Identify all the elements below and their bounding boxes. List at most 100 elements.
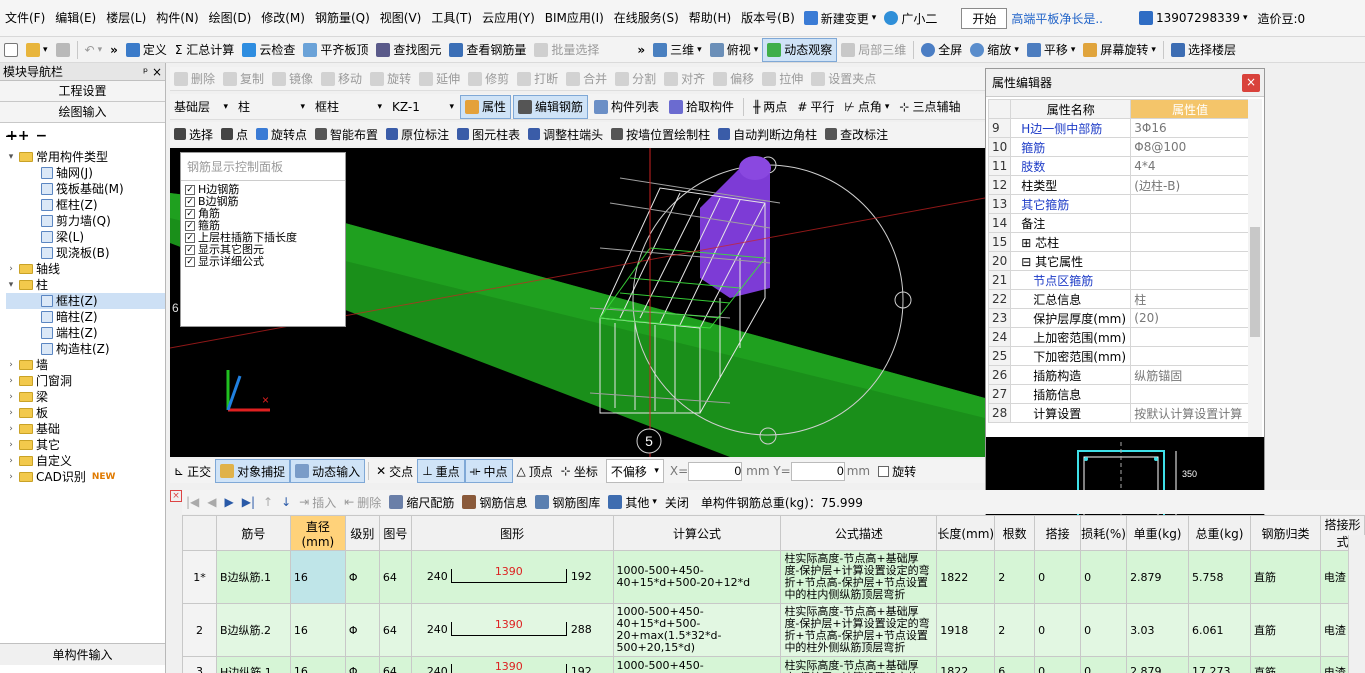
coordinate-snap-button[interactable]: ⊹ 坐标	[557, 459, 602, 483]
pin-icon[interactable]: ᵖ	[143, 65, 148, 79]
close-table-button[interactable]: 关闭	[661, 490, 693, 514]
table-cell[interactable]: 16	[289, 656, 346, 673]
column-header[interactable]: 长度(mm)	[936, 515, 996, 551]
pick-component-button[interactable]: 拾取构件	[665, 95, 738, 119]
two-point-axis-button[interactable]: ╫ 两点	[749, 95, 791, 119]
menu-item[interactable]: 文件(F)	[0, 0, 50, 37]
shape-cell[interactable]: 240 1390 192	[410, 550, 614, 604]
delete-button[interactable]: ⇤ 删除	[340, 490, 385, 514]
table-row[interactable]: 2 B边纵筋.2 16 Φ 64 240 1390 288 1000-500+450-40+15…	[182, 603, 1365, 657]
property-value[interactable]	[1130, 194, 1250, 214]
close-icon[interactable]: ×	[1242, 74, 1260, 92]
edit-tool-button[interactable]: 移动	[317, 67, 366, 91]
column-header[interactable]: 损耗(%)	[1080, 515, 1128, 551]
draw-tool-button[interactable]: 智能布置	[311, 122, 382, 146]
menu-item[interactable]: 版本号(B)	[736, 0, 800, 37]
column-header[interactable]: 公式描述	[780, 515, 938, 551]
edit-tool-button[interactable]: 设置夹点	[807, 67, 880, 91]
start-button[interactable]: 开始	[961, 7, 1008, 29]
define-button[interactable]: 定义	[122, 38, 171, 62]
table-row[interactable]: 1* B边纵筋.1 16 Φ 64 240 1390 192 1000-500+450-40+1…	[182, 550, 1365, 604]
edit-tool-button[interactable]: 分割	[611, 67, 660, 91]
property-row[interactable]: 14 备注	[987, 213, 1250, 233]
edit-tool-button[interactable]: 延伸	[415, 67, 464, 91]
draw-tool-button[interactable]: 旋转点	[252, 122, 311, 146]
checkbox-checked-icon[interactable]: ✓	[185, 257, 195, 267]
flush-slab-top-button[interactable]: 平齐板顶	[299, 38, 372, 62]
row-number[interactable]: 2	[182, 603, 217, 657]
tree-node[interactable]: 框柱(Z)	[6, 293, 165, 309]
collapse-all-icon[interactable]: −	[35, 128, 47, 144]
overflow-chevron[interactable]: »	[106, 38, 122, 62]
table-cell[interactable]: Φ	[344, 550, 380, 604]
table-cell[interactable]: 2	[994, 550, 1036, 604]
parallel-axis-button[interactable]: # 平行	[793, 95, 838, 119]
next-record-button[interactable]: ▶	[221, 490, 238, 514]
fullscreen-button[interactable]: 全屏	[917, 38, 966, 62]
expand-icon[interactable]: ›	[6, 421, 16, 437]
menu-item[interactable]: BIM应用(I)	[540, 0, 609, 37]
tree-node[interactable]: › 其它	[6, 437, 165, 453]
midpoint-snap-button[interactable]: ⟛ 中点	[464, 459, 513, 483]
insert-button[interactable]: ⇥ 插入	[295, 490, 340, 514]
property-value[interactable]	[1130, 251, 1250, 271]
table-cell[interactable]: 直筋	[1249, 656, 1321, 673]
property-value[interactable]: (边柱-B)	[1130, 175, 1250, 195]
rebar-display-option[interactable]: ✓ 显示详细公式	[181, 256, 345, 268]
view-rebar-qty-button[interactable]: 查看钢筋量	[445, 38, 530, 62]
property-value[interactable]: 按默认计算设置计算	[1130, 403, 1250, 423]
property-value[interactable]	[1130, 232, 1250, 252]
property-row[interactable]: 21 节点区箍筋	[987, 270, 1250, 290]
edit-tool-button[interactable]: 拉伸	[758, 67, 807, 91]
property-row[interactable]: 24 上加密范围(mm)	[987, 327, 1250, 347]
column-header[interactable]	[182, 515, 217, 551]
floor-select[interactable]: 基础层 ▾	[170, 95, 232, 119]
dynamic-input-button[interactable]: 动态输入	[290, 459, 366, 483]
property-value[interactable]: 柱	[1130, 289, 1250, 309]
tree-node[interactable]: 框柱(Z)	[6, 197, 165, 213]
table-cell[interactable]: B边纵筋.1	[215, 550, 291, 604]
edit-tool-button[interactable]: 对齐	[660, 67, 709, 91]
property-value[interactable]: Φ8@100	[1130, 137, 1250, 157]
dynamic-orbit-button[interactable]: 动态观察	[762, 37, 838, 62]
tree-node[interactable]: 轴网(J)	[6, 165, 165, 181]
object-snap-button[interactable]: 对象捕捉	[215, 459, 291, 483]
column-header[interactable]: 根数	[994, 515, 1036, 551]
property-value[interactable]	[1130, 346, 1250, 366]
table-cell[interactable]: Φ	[344, 656, 380, 673]
table-cell[interactable]: 0	[1080, 603, 1128, 657]
property-value[interactable]	[1130, 384, 1250, 404]
table-cell[interactable]: 1000-500+450-40+15*d+500-20+12*d	[612, 550, 782, 604]
shape-cell[interactable]: 240 1390 288	[410, 603, 614, 657]
tree-node[interactable]: › 梁	[6, 389, 165, 405]
save-button[interactable]	[52, 38, 74, 62]
3d-view-button[interactable]: 三维 ▾	[649, 38, 706, 62]
tree-node[interactable]: › CAD识别 NEW	[6, 469, 165, 485]
table-cell[interactable]: Φ	[344, 603, 380, 657]
property-value[interactable]: 3Φ16	[1130, 118, 1250, 138]
batch-select-button[interactable]: 批量选择	[530, 38, 603, 62]
draw-tool-button[interactable]: 原位标注	[382, 122, 453, 146]
menu-item[interactable]: 楼层(L)	[101, 0, 151, 37]
column-header[interactable]: 直径(mm)	[289, 515, 346, 551]
menu-item[interactable]: 绘图(D)	[204, 0, 257, 37]
last-record-button[interactable]: ▶|	[238, 490, 259, 514]
column-header[interactable]: 总重(kg)	[1188, 515, 1251, 551]
row-number[interactable]: 3	[182, 656, 217, 673]
tree-node[interactable]: › 基础	[6, 421, 165, 437]
draw-tool-button[interactable]: 按墙位置绘制柱	[607, 122, 714, 146]
attribute-button[interactable]: 属性	[460, 94, 512, 119]
y-input[interactable]	[790, 461, 845, 481]
property-row[interactable]: 23 保护层厚度(mm) (20)	[987, 308, 1250, 328]
table-cell[interactable]: 1000-500+450-40+15*d+500-2	[612, 656, 782, 673]
ortho-button[interactable]: ⊾ 正交	[170, 459, 215, 483]
table-cell[interactable]: 0	[1034, 656, 1082, 673]
edit-tool-button[interactable]: 合并	[562, 67, 611, 91]
edit-tool-button[interactable]: 镜像	[268, 67, 317, 91]
table-cell[interactable]: 1822	[936, 656, 996, 673]
tree-node[interactable]: ▾ 柱	[6, 277, 165, 293]
checkbox-checked-icon[interactable]: ✓	[185, 245, 195, 255]
draw-tool-button[interactable]: 查改标注	[821, 122, 892, 146]
news-link[interactable]: 高端平板净长是..	[1011, 10, 1103, 27]
expand-icon[interactable]: ›	[6, 469, 16, 485]
